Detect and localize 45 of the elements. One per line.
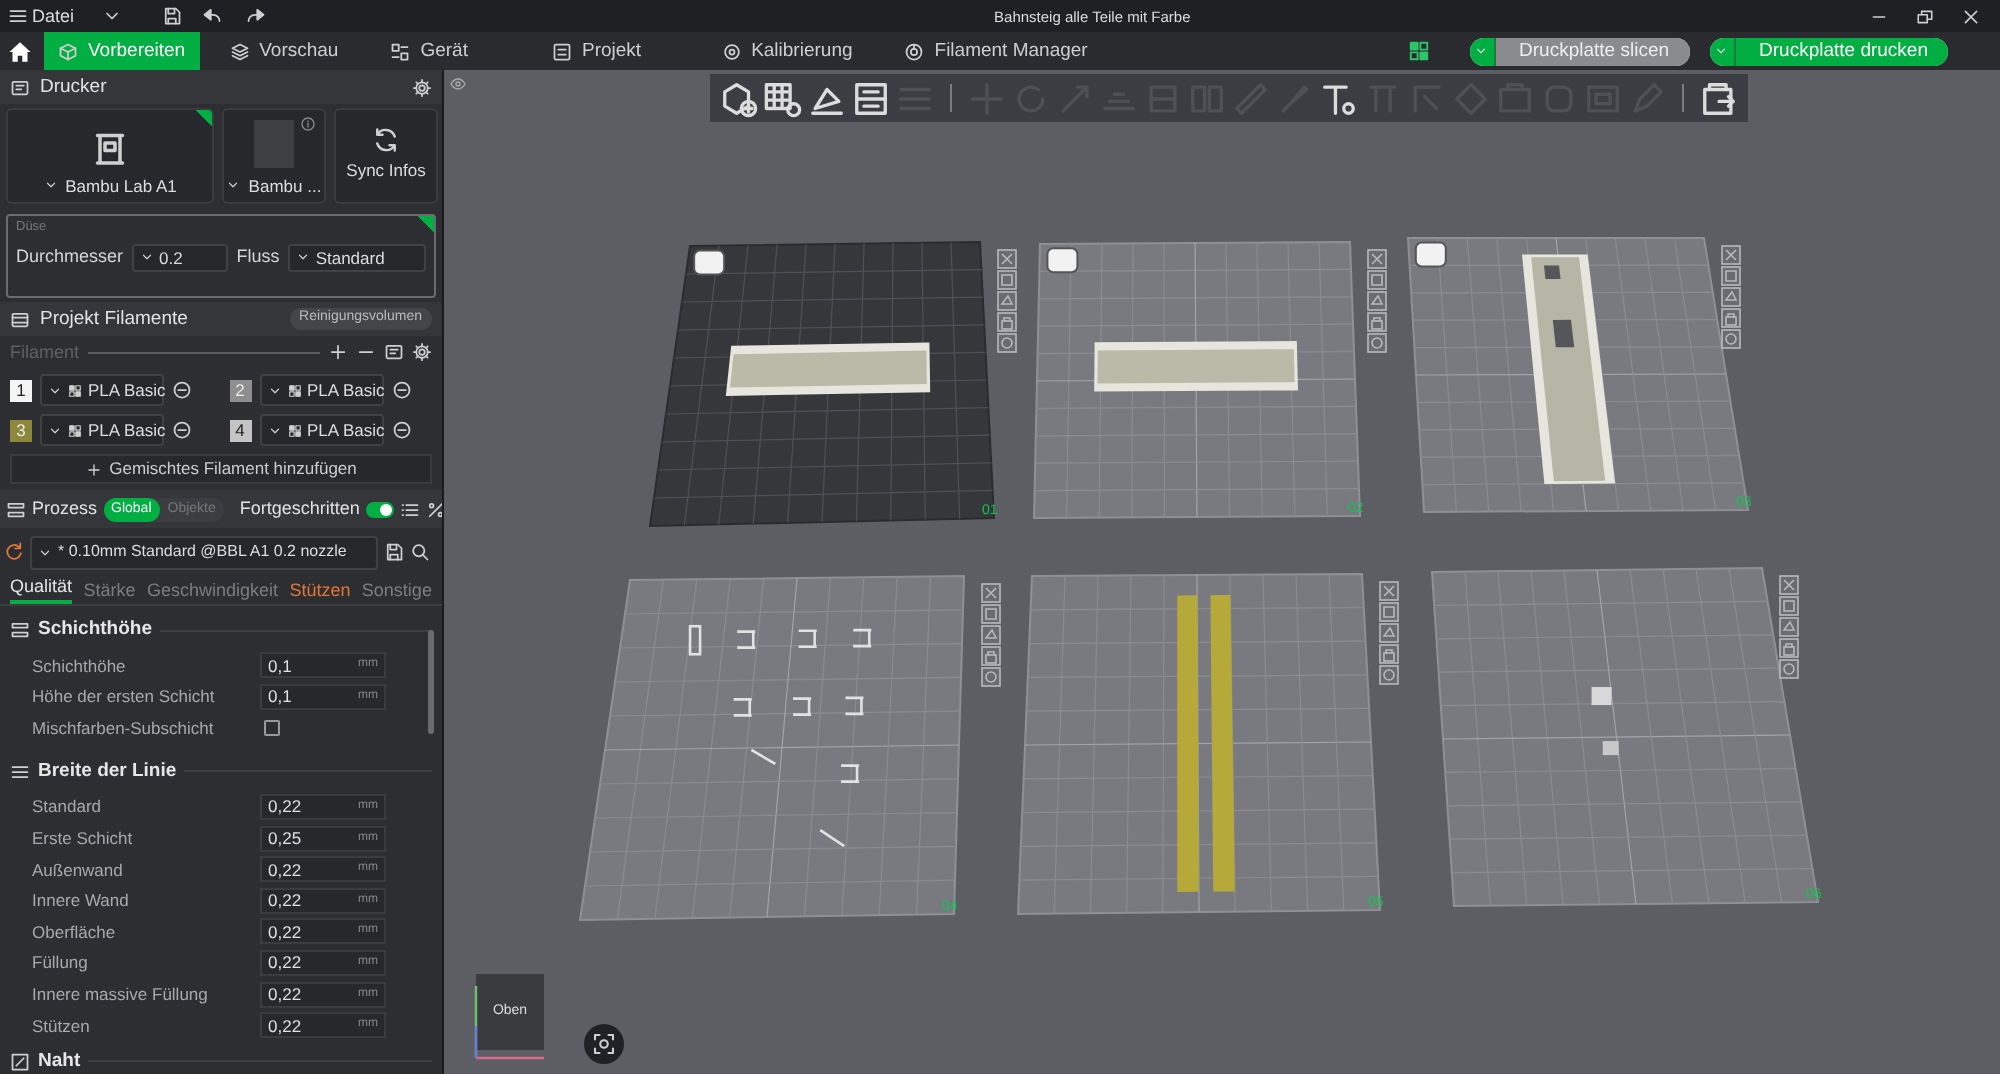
filament-number: 2 <box>229 379 251 401</box>
filament-number: 4 <box>229 419 251 441</box>
settings-tab[interactable]: Stützen <box>289 578 351 604</box>
setting-label: Höhe der ersten Schicht <box>32 686 217 707</box>
diameter-dropdown[interactable]: 0.2 <box>131 243 229 272</box>
setting-label: Oberfläche <box>32 921 118 943</box>
filament-dropdown[interactable]: PLA Basic <box>40 414 164 446</box>
setting-label: Stützen <box>32 1015 92 1036</box>
field-label: Fluss <box>236 246 280 269</box>
plate-card[interactable]: Bambu ... <box>222 108 326 204</box>
setting-label: Außenwand <box>32 859 125 880</box>
tab[interactable]: Projekt <box>537 32 656 70</box>
setting-label: Füllung <box>32 952 90 974</box>
tab[interactable]: Gerät <box>376 32 482 70</box>
setting-label: Mischfarben-Subschicht <box>32 717 216 739</box>
settings-tab[interactable]: Qualität <box>10 574 73 604</box>
filament-number: 3 <box>10 419 32 441</box>
setting-label: Innere massive Füllung <box>32 984 210 1005</box>
menu-label[interactable]: Datei <box>32 5 75 27</box>
section-title: Projekt Filamente <box>40 307 188 331</box>
setting-label: Erste Schicht <box>32 828 135 849</box>
setting-label: Schichthöhe <box>32 655 128 676</box>
section-title: Drucker <box>40 75 107 99</box>
tab[interactable]: Kalibrierung <box>707 32 867 70</box>
section-title: Prozess <box>32 498 98 520</box>
tab[interactable]: Filament Manager <box>890 32 1102 70</box>
field-label: Durchmesser <box>16 246 124 269</box>
advanced-label: Fortgeschritten <box>239 498 360 520</box>
filament-number: 1 <box>10 379 32 401</box>
sync-button[interactable]: Sync Infos <box>334 108 438 204</box>
printer-name: Bambu ... <box>248 175 322 196</box>
printer-card[interactable]: Bambu Lab A1 <box>6 108 214 204</box>
flow-dropdown[interactable]: Standard <box>287 243 426 272</box>
filament-dropdown[interactable]: PLA Basic <box>40 374 164 406</box>
preset-dropdown[interactable]: * 0.10mm Standard @BBL A1 0.2 nozzle <box>30 535 378 569</box>
section-title: Naht <box>38 1049 81 1073</box>
filament-dropdown[interactable]: PLA Basic <box>259 374 383 406</box>
section-title: Breite der Linie <box>38 760 177 783</box>
tab[interactable]: Vorschau <box>215 32 353 70</box>
setting-label: Standard <box>32 796 103 818</box>
add-mixed-filament-button[interactable]: Gemischtes Filament hinzufügen <box>10 454 432 484</box>
setting-label: Innere Wand <box>32 890 131 911</box>
filament-dropdown[interactable]: PLA Basic <box>259 414 383 446</box>
printer-name: Bambu Lab A1 <box>65 175 177 196</box>
section-title: Schichthöhe <box>38 618 153 642</box>
